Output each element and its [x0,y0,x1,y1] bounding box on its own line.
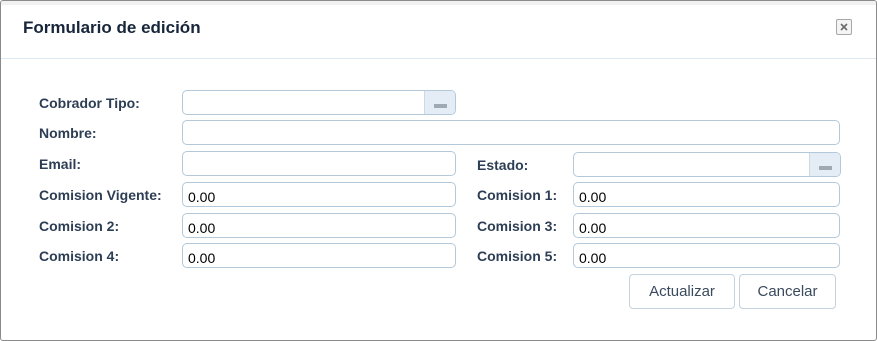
email-input[interactable] [182,151,456,176]
comision-5-input[interactable] [573,243,840,268]
estado-dropdown-trigger[interactable] [809,153,840,176]
edit-form-dialog: Formulario de edición Cobrador Tipo: Nom… [0,0,877,341]
comision-vigente-label: Comision Vigente: [39,187,162,203]
close-button[interactable] [836,19,852,35]
dialog-title: Formulario de edición [23,18,201,37]
comision-4-label: Comision 4: [39,248,120,264]
comision-1-label: Comision 1: [477,187,558,203]
dialog-header: Formulario de edición [1,1,876,59]
comision-4-input[interactable] [182,243,456,268]
close-icon [840,23,848,31]
estado-select[interactable] [573,152,841,177]
comision-2-label: Comision 2: [39,218,120,234]
comision-1-input[interactable] [573,182,840,207]
comision-3-label: Comision 3: [477,218,558,234]
email-label: Email: [39,156,82,172]
cobrador-tipo-select[interactable] [182,90,456,115]
comision-vigente-input[interactable] [182,182,456,207]
comision-2-input[interactable] [182,213,456,238]
cancel-button[interactable]: Cancelar [739,274,836,309]
dropdown-arrow-icon [819,166,832,170]
header-top-strip [1,1,876,5]
comision-5-label: Comision 5: [477,248,558,264]
update-button[interactable]: Actualizar [629,274,735,309]
comision-3-input[interactable] [573,213,840,238]
dropdown-arrow-icon [434,104,447,108]
nombre-label: Nombre: [39,125,97,141]
estado-label: Estado: [477,157,529,173]
nombre-input[interactable] [182,120,840,145]
cobrador-tipo-label: Cobrador Tipo: [39,95,140,111]
cobrador-tipo-dropdown-trigger[interactable] [424,91,455,114]
